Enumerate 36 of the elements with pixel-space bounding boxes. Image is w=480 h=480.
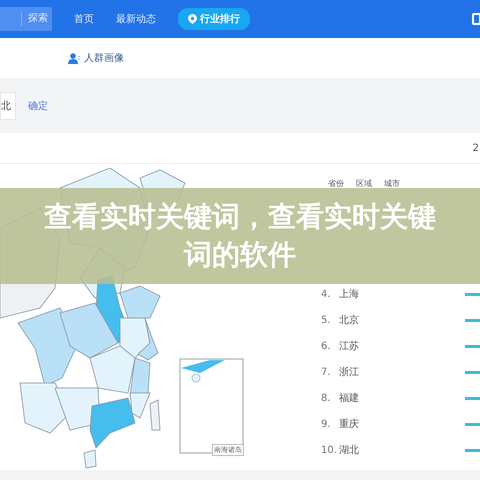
rank-number: 7. [321, 366, 332, 378]
rank-bar [465, 448, 480, 452]
person-icon [68, 52, 80, 64]
rank-number: 9. [321, 418, 332, 430]
nav-tab[interactable]: 行业排行 [178, 8, 250, 30]
province-name: 北京 [339, 314, 359, 327]
banner-title: 查看实时关键词，查看实时关键词的软件 [42, 199, 437, 273]
confirm-link[interactable]: 确定 [28, 98, 48, 112]
province-name: 重庆 [339, 418, 359, 431]
rank-bar [465, 344, 480, 348]
province-name: 福建 [339, 392, 359, 405]
header-text: 2 [472, 142, 479, 154]
region-field[interactable]: 北 [0, 92, 16, 120]
nav-tab[interactable]: 最新动态 [116, 12, 156, 26]
rank-bar [465, 292, 480, 296]
province-name: 上海 [339, 288, 359, 301]
rank-number: 8. [321, 392, 332, 404]
rank-number: 4. [321, 288, 332, 300]
column-tab[interactable]: 区域 [356, 178, 372, 189]
rank-bar [465, 422, 480, 426]
search-button[interactable]: 探索 [21, 12, 52, 26]
rank-number: 10. [321, 444, 338, 456]
subnav-tab[interactable]: 人群画像 [68, 51, 124, 65]
column-tab[interactable]: 省份 [328, 178, 344, 189]
search-field[interactable]: 探索 [0, 7, 52, 31]
province-name: 江苏 [339, 340, 359, 353]
column-tab[interactable]: 城市 [384, 178, 400, 189]
rank-number: 5. [321, 314, 332, 326]
province-name: 湖北 [339, 444, 359, 457]
rank-bar [465, 396, 480, 400]
nav-tab[interactable]: 首页 [74, 12, 94, 26]
location-pin-icon [188, 14, 197, 24]
rank-bar [465, 370, 480, 374]
rank-bar [465, 318, 480, 322]
rank-number: 6. [321, 340, 332, 352]
province-name: 浙江 [339, 366, 359, 379]
